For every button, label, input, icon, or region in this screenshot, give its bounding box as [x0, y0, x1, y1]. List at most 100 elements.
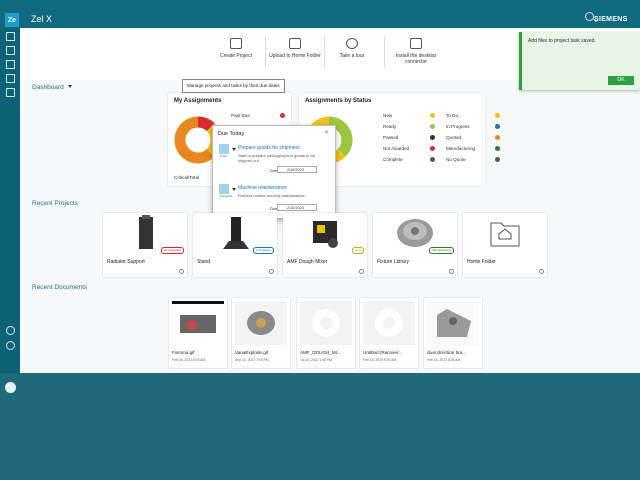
search-icon[interactable] [585, 12, 594, 21]
status-count-dot [430, 113, 435, 118]
project-name: Fixture Library [377, 259, 409, 265]
project-card[interactable]: New AMF Dough Mixer [283, 213, 367, 277]
document-name: Untitled (Recover... [363, 350, 403, 355]
document-date: Sep 12, 2022 7:00 PM [235, 358, 269, 362]
library-icon[interactable] [6, 88, 15, 97]
status-label: Quoted [446, 135, 462, 140]
brand-logo: SIEMENS [594, 16, 628, 23]
status-count-dot [495, 124, 500, 129]
status-badge: Manufacturing [428, 247, 454, 254]
status-label: To Do [446, 113, 458, 118]
due-date-field[interactable]: 2/16/2023 [277, 166, 317, 173]
task-name[interactable]: Prepare goods for shipment [238, 145, 300, 151]
create-project-button[interactable]: Create Project [206, 38, 266, 59]
status-badge: In Progress [252, 247, 274, 254]
project-card[interactable]: Manufacturing Fixture Library [373, 213, 457, 277]
document-thumbnail [172, 301, 224, 345]
card-title: My Assignments [174, 98, 222, 104]
app-title: Zel X [31, 14, 53, 24]
task-description: Start to prepare packaging and goods to … [238, 153, 315, 163]
document-date: Feb 16, 2023 9:00 AM [363, 358, 397, 362]
close-icon[interactable]: ✕ [324, 129, 329, 136]
status-label: New [383, 113, 393, 118]
task-status-label: To Do [220, 155, 227, 158]
status-badge: Not Awarded [160, 247, 184, 254]
home-folder-icon [490, 222, 520, 247]
document-card[interactable]: Fixmma.gif Feb 16, 2023 8:00 AM [169, 298, 227, 368]
project-card[interactable]: Not Awarded Radiator Support [103, 213, 187, 277]
install-connector-button[interactable]: Install the desktop connector [386, 38, 446, 65]
status-count-dot [495, 135, 500, 140]
app-logo[interactable]: Ze [5, 13, 19, 27]
status-label: Passed [383, 135, 399, 140]
settings-icon[interactable] [6, 341, 15, 350]
document-date: Feb 16, 2023 8:00 AM [172, 358, 206, 362]
share-icon[interactable] [539, 269, 544, 274]
popup-title: Due Today [218, 131, 245, 137]
project-name: Radiator Support [107, 259, 145, 265]
toolbar-divider [384, 36, 385, 68]
status-badge: New [351, 247, 364, 254]
document-date: Feb 16, 2023 8:05 AM [427, 358, 461, 362]
status-label: No Quote [446, 157, 466, 162]
home-icon[interactable] [6, 32, 15, 41]
task-status-label: In Progress [219, 195, 233, 198]
create-project-icon [230, 38, 242, 49]
donut-slice-past-due[interactable] [197, 116, 215, 132]
avatar[interactable] [5, 382, 16, 393]
project-name: AMF Dough Mixer [287, 259, 328, 265]
document-card[interactable]: VanaExplode.gif Sep 12, 2022 7:00 PM [232, 298, 290, 368]
due-today-popup: Due Today ✕ To Do Prepare goods for ship… [212, 125, 336, 219]
tour-button[interactable]: Take a tour [322, 38, 382, 59]
status-count-dot [495, 113, 500, 118]
share-icon[interactable] [179, 269, 184, 274]
recent-projects-title: Recent Projects [32, 200, 78, 207]
upload-button[interactable]: Upload to Home Folder [265, 38, 325, 59]
chevron-down-icon[interactable] [232, 188, 236, 191]
task-name[interactable]: Machine maintenance [238, 185, 287, 191]
project-card[interactable]: In Progress Stand [193, 213, 277, 277]
install-icon [410, 38, 422, 49]
document-thumbnail [427, 301, 479, 345]
gear-icon [300, 301, 352, 345]
task-status-icon [219, 144, 229, 154]
critical-total-label: Critical/Total [174, 175, 200, 180]
due-date-field[interactable]: 2/16/2023 [277, 204, 317, 211]
nav-rail [0, 28, 20, 393]
toast-message: Add files to project task saved. [528, 38, 596, 44]
past-due-dot [280, 113, 285, 118]
past-due-label: Past Due [231, 113, 250, 118]
documents-icon[interactable] [6, 74, 15, 83]
document-date: Jul 20, 2022 1:08 PM [300, 358, 333, 362]
document-name: AMF_DOUGH_MI... [300, 350, 341, 355]
document-card[interactable]: Untitled (Recover... Feb 16, 2023 9:00 A… [360, 298, 418, 368]
help-icon[interactable] [6, 326, 15, 335]
document-card[interactable]: AMF_DOUGH_MI... Jul 20, 2022 1:08 PM [297, 298, 355, 368]
project-name: Stand [197, 259, 211, 265]
status-label: In Progress [446, 124, 470, 129]
status-label: Complete [383, 157, 403, 162]
projects-icon[interactable] [6, 46, 15, 55]
toast-ok-button[interactable]: OK [608, 76, 634, 85]
status-count-dot [495, 146, 500, 151]
share-icon[interactable] [449, 269, 454, 274]
status-count-dot [430, 157, 435, 162]
document-name: dual direction bra... [427, 350, 467, 355]
share-icon[interactable] [269, 269, 274, 274]
document-name: VanaExplode.gif [235, 350, 269, 355]
main-content: Create Project Upload to Home Folder Tak… [20, 28, 640, 373]
document-card[interactable]: dual direction bra... Feb 16, 2023 8:05 … [424, 298, 482, 368]
play-icon [346, 38, 358, 49]
project-card[interactable]: Home Folder [463, 213, 547, 277]
gear-icon [363, 301, 415, 345]
status-count-dot [430, 146, 435, 151]
status-count-dot [495, 157, 500, 162]
chevron-down-icon[interactable] [232, 148, 236, 151]
status-label: Manufacturing [446, 146, 476, 151]
tooltip: Manage projects and tasks by their due d… [182, 79, 285, 93]
tasks-icon[interactable] [6, 60, 15, 69]
dashboard-toggle[interactable]: Dashboard [32, 84, 72, 91]
document-thumbnail [235, 301, 287, 345]
task-status-icon [219, 184, 229, 194]
share-icon[interactable] [359, 269, 364, 274]
